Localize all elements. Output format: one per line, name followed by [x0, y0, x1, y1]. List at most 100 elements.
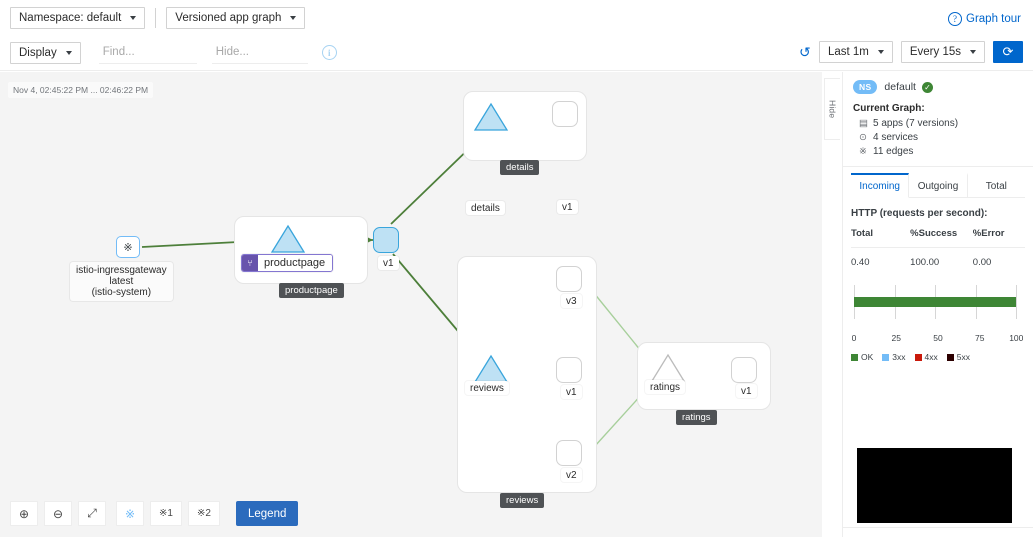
- legend-item-3xx[interactable]: 3xx: [882, 352, 906, 362]
- node-service-ratings[interactable]: [650, 353, 686, 383]
- chart-bar-ok: [854, 297, 1016, 307]
- graph-type-label: Versioned app graph: [175, 11, 282, 24]
- node-label-reviews: reviews: [465, 381, 509, 395]
- layout-1-button[interactable]: ※1: [150, 501, 182, 526]
- node-version-productpage-v1[interactable]: [373, 227, 399, 253]
- graph-tour-button[interactable]: ? Graph tour: [948, 12, 1021, 26]
- node-service-productpage[interactable]: [270, 224, 306, 254]
- xtick-100: 100: [1009, 333, 1024, 343]
- ingress-label-line3: (istio-system): [91, 287, 152, 298]
- zoom-out-button[interactable]: ⊖: [44, 501, 72, 526]
- gridline-100: [1016, 285, 1017, 319]
- edges-icon: ※: [859, 146, 867, 157]
- group-label-details: details: [500, 160, 540, 175]
- xtick-75: 75: [975, 333, 985, 343]
- tab-outgoing-label: Outgoing: [917, 181, 959, 192]
- tab-incoming[interactable]: Incoming: [851, 173, 910, 198]
- chevron-down-icon: [130, 15, 137, 20]
- kiali-graph-page: Namespace: default Versioned app graph ?…: [0, 0, 1033, 537]
- tab-incoming-label: Incoming: [859, 181, 900, 192]
- tab-total[interactable]: Total: [968, 173, 1025, 197]
- hide-input[interactable]: [211, 41, 308, 64]
- legend-label-4xx: 4xx: [924, 352, 938, 362]
- graph-tour-label: Graph tour: [966, 13, 1021, 25]
- node-label-productpage-v1: v1: [378, 256, 399, 270]
- graph-layout-icon: ※: [124, 506, 136, 521]
- namespace-name: default: [884, 81, 916, 93]
- node-istio-ingressgateway[interactable]: ※: [116, 236, 140, 258]
- chart-legend: OK 3xx 4xx 5xx: [851, 352, 1025, 362]
- table-header-row: Total %Success %Error: [851, 228, 1025, 248]
- ingress-label-line1: istio-ingressgateway: [76, 265, 167, 276]
- http-status-chart: 0 25 50 75 100 OK 3xx 4xx 5xx: [851, 285, 1025, 362]
- node-version-reviews-v1[interactable]: [556, 357, 582, 383]
- table-row: 0.40 100.00 0.00: [851, 247, 1025, 276]
- zoom-in-button[interactable]: ⊕: [10, 501, 38, 526]
- graph-timestamp: Nov 4, 02:45:22 PM ... 02:46:22 PM: [8, 82, 154, 98]
- node-version-details-v1[interactable]: [552, 101, 578, 127]
- graph-layout-2-icon: ※2: [197, 508, 211, 519]
- node-version-reviews-v3[interactable]: [556, 266, 582, 292]
- chart-x-axis: 0 25 50 75 100: [851, 333, 1025, 345]
- legend-item-4xx[interactable]: 4xx: [914, 352, 938, 362]
- services-count-label: 4 services: [873, 132, 919, 143]
- refresh-interval-select[interactable]: Every 15s: [900, 41, 985, 63]
- sparkline-chart-panel: [857, 448, 1012, 523]
- display-button[interactable]: Display: [10, 41, 81, 64]
- namespace-select-label: Namespace: default: [19, 11, 122, 24]
- legend-swatch-5xx: [946, 353, 954, 361]
- history-icon[interactable]: ↻: [799, 44, 811, 60]
- help-circle-icon: ?: [948, 12, 963, 26]
- chevron-down-icon: [877, 50, 884, 54]
- node-label-ratings: ratings: [645, 380, 686, 394]
- legend-item-ok[interactable]: OK: [851, 352, 873, 362]
- virtualservice-icon: ⑂: [242, 255, 258, 271]
- find-input[interactable]: [98, 41, 197, 64]
- node-version-reviews-v2[interactable]: [556, 440, 582, 466]
- mesh-icon: ※: [123, 241, 133, 254]
- http-metrics-title: HTTP (requests per second):: [851, 208, 988, 219]
- graph-layout-1-icon: ※1: [159, 508, 173, 519]
- graph-type-select[interactable]: Versioned app graph: [166, 6, 306, 29]
- services-icon: ⊙: [859, 132, 867, 143]
- node-label-reviews-v1: v1: [561, 385, 582, 399]
- toolbar-divider: [155, 7, 157, 28]
- tab-total-label: Total: [985, 181, 1007, 192]
- expand-icon: ⤢: [87, 506, 97, 520]
- chevron-down-icon: [65, 50, 72, 55]
- summary-sidebar: NS default ✓ Current Graph: ▤ 5 apps (7 …: [842, 72, 1033, 537]
- node-label-productpage: ⑂ productpage: [241, 254, 334, 272]
- traffic-direction-tabs: Incoming Outgoing Total: [851, 173, 1025, 198]
- graph-canvas[interactable]: Nov 4, 02:45:22 PM ... 02:46:22 PM ※ ist…: [0, 72, 822, 537]
- health-ok-icon: ✓: [921, 81, 933, 93]
- chart-plot-area: [851, 285, 1025, 331]
- node-version-ratings-v1[interactable]: [731, 357, 757, 383]
- legend-item-5xx[interactable]: 5xx: [946, 352, 970, 362]
- sidebar-bottom-divider: [843, 527, 1033, 528]
- info-icon[interactable]: i: [321, 45, 337, 60]
- node-label-ratings-v1: v1: [736, 384, 757, 398]
- tab-outgoing[interactable]: Outgoing: [909, 173, 968, 197]
- legend-label-3xx: 3xx: [892, 352, 906, 362]
- node-service-details[interactable]: [473, 102, 509, 132]
- time-range-select[interactable]: Last 1m: [818, 41, 893, 63]
- legend-swatch-ok: [851, 353, 858, 361]
- sidebar-hide-toggle[interactable]: Hide: [824, 78, 840, 140]
- layout-default-button[interactable]: ※: [116, 501, 144, 526]
- legend-button-label: Legend: [248, 507, 287, 520]
- namespace-summary-row: NS default ✓: [853, 80, 1023, 94]
- col-header-success: %Success: [910, 228, 958, 239]
- col-header-total: Total: [851, 228, 873, 239]
- legend-label-5xx: 5xx: [956, 352, 970, 362]
- layout-2-button[interactable]: ※2: [188, 501, 220, 526]
- namespace-select[interactable]: Namespace: default: [10, 6, 146, 29]
- apps-icon: ▤: [859, 118, 868, 129]
- display-button-label: Display: [19, 46, 57, 59]
- node-label-istio-ingressgateway: istio-ingressgateway latest (istio-syste…: [70, 262, 173, 301]
- refresh-icon: ⟳: [1002, 44, 1014, 59]
- node-service-reviews[interactable]: [473, 354, 509, 384]
- time-controls: ↻ Last 1m Every 15s ⟳: [799, 41, 1023, 63]
- legend-button[interactable]: Legend: [236, 501, 299, 526]
- fit-to-screen-button[interactable]: ⤢: [78, 501, 106, 526]
- refresh-button[interactable]: ⟳: [993, 41, 1023, 63]
